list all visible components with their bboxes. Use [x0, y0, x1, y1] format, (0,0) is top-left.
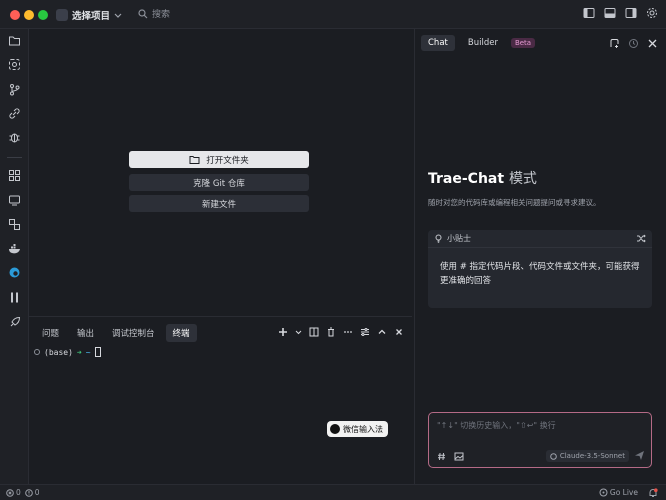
error-count: 0 — [16, 488, 21, 497]
go-live-label: Go Live — [609, 488, 638, 497]
source-control-icon[interactable] — [8, 83, 21, 96]
tab-debug-console[interactable]: 调试控制台 — [105, 324, 162, 342]
lightbulb-icon — [435, 234, 442, 243]
toggle-sidebar-icon[interactable] — [583, 7, 595, 19]
zoom-window-button[interactable] — [38, 10, 48, 20]
ime-indicator: 微信输入法 — [327, 421, 388, 437]
history-icon[interactable] — [628, 38, 639, 49]
search-bar[interactable]: 搜索 — [138, 7, 170, 20]
close-window-button[interactable] — [10, 10, 20, 20]
explorer-icon[interactable] — [8, 34, 21, 47]
activity-divider — [7, 157, 22, 158]
trash-icon[interactable] — [326, 327, 336, 337]
close-icon[interactable] — [394, 327, 404, 337]
close-chat-icon[interactable] — [647, 38, 658, 49]
chat-input[interactable]: "↑↓" 切换历史输入，"⇧↩" 换行 Claude-3.5-Sonnet — [428, 412, 652, 468]
broadcast-icon — [599, 488, 608, 497]
error-icon — [6, 488, 14, 497]
folder-icon — [189, 155, 200, 164]
more-icon[interactable] — [343, 327, 353, 337]
clone-git-button[interactable]: 克隆 Git 仓库 — [129, 174, 309, 191]
editor-area: 打开文件夹 克隆 Git 仓库 新建文件 — [29, 29, 412, 315]
notifications-bell-icon[interactable] — [648, 487, 658, 498]
project-name: 选择项目 — [72, 10, 111, 22]
open-folder-label: 打开文件夹 — [206, 155, 249, 166]
search-view-icon[interactable] — [8, 58, 21, 71]
chat-panel: Chat Builder Beta Trae-Chat 模式 随时对您的代码库或… — [414, 29, 666, 484]
link-icon[interactable] — [8, 107, 21, 120]
bottom-panel: 问题 输出 调试控制台 终端 (base) ➜ ~ 微信输入法 — [29, 316, 412, 484]
toggle-secondary-sidebar-icon[interactable] — [625, 7, 637, 19]
tab-terminal[interactable]: 终端 — [165, 324, 197, 342]
minimize-window-button[interactable] — [24, 10, 34, 20]
tip-body: 使用 # 指定代码片段、代码文件或文件夹，可能获得更准确的回答 — [440, 262, 640, 286]
clone-git-label: 克隆 Git 仓库 — [193, 178, 245, 189]
shuffle-icon[interactable] — [636, 234, 646, 243]
search-placeholder: 搜索 — [152, 10, 171, 20]
tab-chat[interactable]: Chat — [421, 35, 455, 51]
extensions-icon[interactable] — [8, 169, 21, 182]
warning-count: 0 — [34, 488, 40, 497]
terminal-prompt[interactable]: (base) ➜ ~ — [34, 347, 101, 357]
chevron-up-icon[interactable] — [377, 327, 387, 337]
go-live-button[interactable]: Go Live — [599, 488, 638, 497]
tip-header: 小贴士 — [447, 234, 471, 243]
project-icon — [56, 8, 68, 21]
settings-icon[interactable] — [646, 7, 658, 19]
terminal-status-icon — [34, 349, 40, 355]
chat-title-main: Trae-Chat — [428, 171, 505, 187]
title-bar: 选择项目 搜索 — [0, 0, 666, 29]
image-icon[interactable] — [454, 452, 464, 461]
send-icon[interactable] — [634, 450, 645, 461]
new-file-button[interactable]: 新建文件 — [129, 195, 309, 212]
pause-icon[interactable] — [8, 291, 21, 304]
rocket-icon[interactable] — [8, 316, 21, 329]
warnings-indicator[interactable]: 0 — [24, 488, 40, 497]
terminal-env: (base) — [44, 347, 73, 357]
database-icon[interactable] — [8, 218, 21, 231]
new-terminal-icon[interactable] — [278, 327, 288, 337]
remote-explorer-icon[interactable] — [8, 194, 21, 207]
tab-output[interactable]: 输出 — [70, 324, 101, 342]
tab-builder[interactable]: Builder — [461, 35, 505, 51]
new-file-label: 新建文件 — [201, 199, 236, 210]
chat-input-placeholder: "↑↓" 切换历史输入，"⇧↩" 换行 — [437, 421, 556, 430]
open-folder-button[interactable]: 打开文件夹 — [129, 151, 309, 168]
tip-card: 小贴士 使用 # 指定代码片段、代码文件或文件夹，可能获得更准确的回答 — [428, 230, 652, 308]
terminal-arrow: ➜ — [76, 347, 82, 357]
status-bar: 0 0 Go Live — [0, 484, 666, 500]
terminal-cwd: ~ — [85, 347, 91, 357]
model-selector[interactable]: Claude-3.5-Sonnet — [545, 450, 629, 462]
chat-title-sub: 模式 — [508, 171, 537, 187]
edge-browser-icon[interactable] — [8, 266, 21, 279]
search-icon — [138, 8, 148, 18]
warning-icon — [24, 488, 33, 497]
hash-icon[interactable] — [437, 452, 446, 461]
tab-problems[interactable]: 问题 — [35, 324, 66, 342]
beta-badge: Beta — [510, 38, 536, 48]
chevron-down-icon — [114, 13, 122, 18]
terminal-settings-icon[interactable] — [360, 327, 370, 337]
ime-label: 微信输入法 — [343, 424, 383, 434]
wechat-ime-icon — [330, 424, 340, 434]
chevron-down-icon[interactable] — [295, 327, 302, 337]
chat-description: 随时对您的代码库或编程相关问题提问或寻求建议。 — [428, 198, 601, 207]
errors-indicator[interactable]: 0 — [6, 488, 21, 497]
project-selector[interactable]: 选择项目 — [56, 6, 122, 23]
model-name: Claude-3.5-Sonnet — [559, 452, 625, 460]
chat-title: Trae-Chat 模式 — [428, 168, 537, 188]
split-terminal-icon[interactable] — [309, 327, 319, 337]
docker-icon[interactable] — [8, 242, 21, 255]
debug-bug-icon[interactable] — [8, 131, 21, 144]
activity-bar — [0, 29, 29, 484]
model-icon — [550, 452, 557, 460]
toggle-panel-icon[interactable] — [604, 7, 616, 19]
new-chat-icon[interactable] — [609, 38, 620, 49]
terminal-cursor — [94, 347, 101, 357]
